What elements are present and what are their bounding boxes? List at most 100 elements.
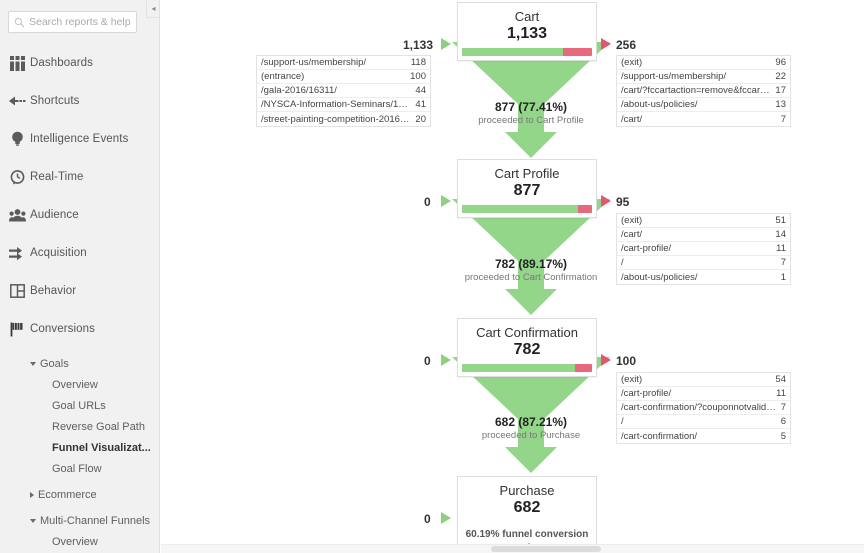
stage-bar-fill <box>462 364 576 372</box>
search-box[interactable] <box>8 11 137 33</box>
row-value: 54 <box>775 374 786 385</box>
sidebar-item-behavior[interactable]: Behavior <box>0 272 159 310</box>
exit-destinations-table-cart[interactable]: (exit) 96 /support-us/membership/ 22 /ca… <box>616 55 791 127</box>
dashboards-grid-icon <box>4 55 30 71</box>
sidebar-item-label: Behavior <box>30 285 77 297</box>
table-row[interactable]: (exit) 96 <box>617 56 790 70</box>
exit-destinations-table-cart-confirmation[interactable]: (exit) 54 /cart-profile/ 11 /cart-confir… <box>616 372 791 444</box>
sidebar-item-goals-overview[interactable]: Overview <box>0 374 159 395</box>
stage-name: Purchase <box>499 483 555 498</box>
sidebar-nav: Dashboards Shortcuts Intelligence Events… <box>0 44 159 553</box>
table-row[interactable]: (entrance) 100 <box>257 70 430 84</box>
entered-count-cart-profile: 0 <box>424 195 431 209</box>
table-row[interactable]: /street-painting-competition-2016/16... … <box>257 112 430 126</box>
row-value: 17 <box>775 85 786 96</box>
sidebar-item-acquisition[interactable]: Acquisition <box>0 234 159 272</box>
row-value: 44 <box>415 85 426 96</box>
table-row[interactable]: /cart/ 14 <box>617 228 790 242</box>
enter-arrow-icon <box>441 195 451 207</box>
row-url: /support-us/membership/ <box>261 57 367 68</box>
flag-icon <box>4 322 30 337</box>
clock-icon <box>4 169 30 185</box>
entered-count-purchase: 0 <box>424 512 431 526</box>
row-value: 20 <box>415 113 426 125</box>
row-value: 11 <box>776 388 786 399</box>
row-url: /cart-confirmation/ <box>621 430 698 442</box>
table-row[interactable]: /NYSCA-Information-Seminars/15959/ 41 <box>257 98 430 112</box>
table-row[interactable]: /support-us/membership/ 22 <box>617 70 790 84</box>
table-row[interactable]: /support-us/membership/ 118 <box>257 56 430 70</box>
row-url: /cart-profile/ <box>621 388 672 399</box>
proceed-label-3: 682 (87.21%) proceeded to Purchase <box>441 415 621 442</box>
row-url: /support-us/membership/ <box>621 71 727 82</box>
stage-count: 1,133 <box>506 25 548 42</box>
sidebar-item-intelligence-events[interactable]: Intelligence Events <box>0 120 159 158</box>
stage-name: Cart <box>514 9 540 24</box>
row-url: /about-us/policies/ <box>621 99 698 110</box>
row-url: (exit) <box>621 374 643 385</box>
sidebar-item-label: Acquisition <box>30 247 87 259</box>
table-row[interactable]: /about-us/policies/ 13 <box>617 98 790 112</box>
entered-count-cart-confirmation: 0 <box>424 354 431 368</box>
sidebar-item-shortcuts[interactable]: Shortcuts <box>0 82 159 120</box>
sidebar-item-audience[interactable]: Audience <box>0 196 159 234</box>
sidebar-item-goals[interactable]: Goals <box>0 353 159 374</box>
exit-destinations-table-cart-profile[interactable]: (exit) 51 /cart/ 14 /cart-profile/ 11 / … <box>616 213 791 285</box>
funnel-stage-purchase[interactable]: Purchase 682 60.19% funnel conversion ra… <box>457 476 597 553</box>
stage-bar-fill <box>462 205 578 213</box>
table-row[interactable]: / 7 <box>617 256 790 270</box>
proceed-count: 877 (77.41%) <box>494 100 568 114</box>
enter-arrow-icon <box>441 512 451 524</box>
stage-name: Cart Confirmation <box>476 325 578 340</box>
sidebar-item-label: Intelligence Events <box>30 133 129 145</box>
row-value: 41 <box>415 99 426 110</box>
sidebar-item-conversions[interactable]: Conversions <box>0 310 159 348</box>
sidebar-item-mcf-overview[interactable]: Overview <box>0 531 159 552</box>
funnel-stage-cart-profile[interactable]: Cart Profile 877 <box>457 159 597 218</box>
table-row[interactable]: /cart-confirmation/ 5 <box>617 429 790 443</box>
stage-bar <box>462 48 592 56</box>
table-row[interactable]: /cart/ 7 <box>617 112 790 126</box>
row-value: 22 <box>775 71 786 82</box>
entry-sources-table-cart[interactable]: /support-us/membership/ 118 (entrance) 1… <box>256 55 431 127</box>
sidebar-item-label: Shortcuts <box>30 95 80 107</box>
sidebar-item-funnel-visualization[interactable]: Funnel Visualizat... <box>0 437 159 458</box>
search-icon <box>14 17 25 27</box>
stage-count: 682 <box>513 499 541 516</box>
sidebar-item-label: Ecommerce <box>38 488 97 501</box>
sidebar-item-dashboards[interactable]: Dashboards <box>0 44 159 82</box>
sidebar-item-label: Goals <box>40 357 69 370</box>
row-value: 14 <box>775 229 786 240</box>
stage-bar <box>462 205 592 213</box>
table-row[interactable]: (exit) 54 <box>617 373 790 387</box>
sidebar-item-real-time[interactable]: Real-Time <box>0 158 159 196</box>
table-row[interactable]: /cart/?fccartaction=remove&fccartrow... … <box>617 84 790 98</box>
sidebar-item-goal-flow[interactable]: Goal Flow <box>0 458 159 479</box>
table-row[interactable]: /cart-confirmation/?couponnotvalid=1 7 <box>617 401 790 415</box>
horizontal-scrollbar[interactable] <box>161 544 864 553</box>
funnel-stage-cart-confirmation[interactable]: Cart Confirmation 782 <box>457 318 597 377</box>
table-row[interactable]: /cart-profile/ 11 <box>617 242 790 256</box>
scrollbar-thumb[interactable] <box>491 546 601 552</box>
row-value: 118 <box>410 57 426 68</box>
table-row[interactable]: / 6 <box>617 415 790 429</box>
shortcuts-arrow-icon <box>4 95 30 107</box>
sidebar-item-label: Goal URLs <box>52 399 106 412</box>
sidebar-collapse-button[interactable]: ◂ <box>146 0 159 18</box>
sidebar-item-ecommerce[interactable]: Ecommerce <box>0 484 159 505</box>
table-row[interactable]: /cart-profile/ 11 <box>617 387 790 401</box>
table-row[interactable]: /gala-2016/16311/ 44 <box>257 84 430 98</box>
row-url: /street-painting-competition-2016/16... <box>261 113 416 125</box>
table-row[interactable]: (exit) 51 <box>617 214 790 228</box>
sidebar-item-label: Overview <box>52 535 98 548</box>
search-input[interactable] <box>29 16 134 28</box>
table-row[interactable]: /about-us/policies/ 1 <box>617 270 790 284</box>
proceed-count: 682 (87.21%) <box>494 415 568 429</box>
stage-count: 877 <box>513 182 541 199</box>
sidebar-item-reverse-goal-path[interactable]: Reverse Goal Path <box>0 416 159 437</box>
sidebar-item-multi-channel-funnels[interactable]: Multi-Channel Funnels <box>0 510 159 531</box>
acquisition-arrows-icon <box>4 246 30 261</box>
row-url: (exit) <box>621 57 643 68</box>
funnel-stage-cart[interactable]: Cart 1,133 <box>457 2 597 61</box>
sidebar-item-goal-urls[interactable]: Goal URLs <box>0 395 159 416</box>
